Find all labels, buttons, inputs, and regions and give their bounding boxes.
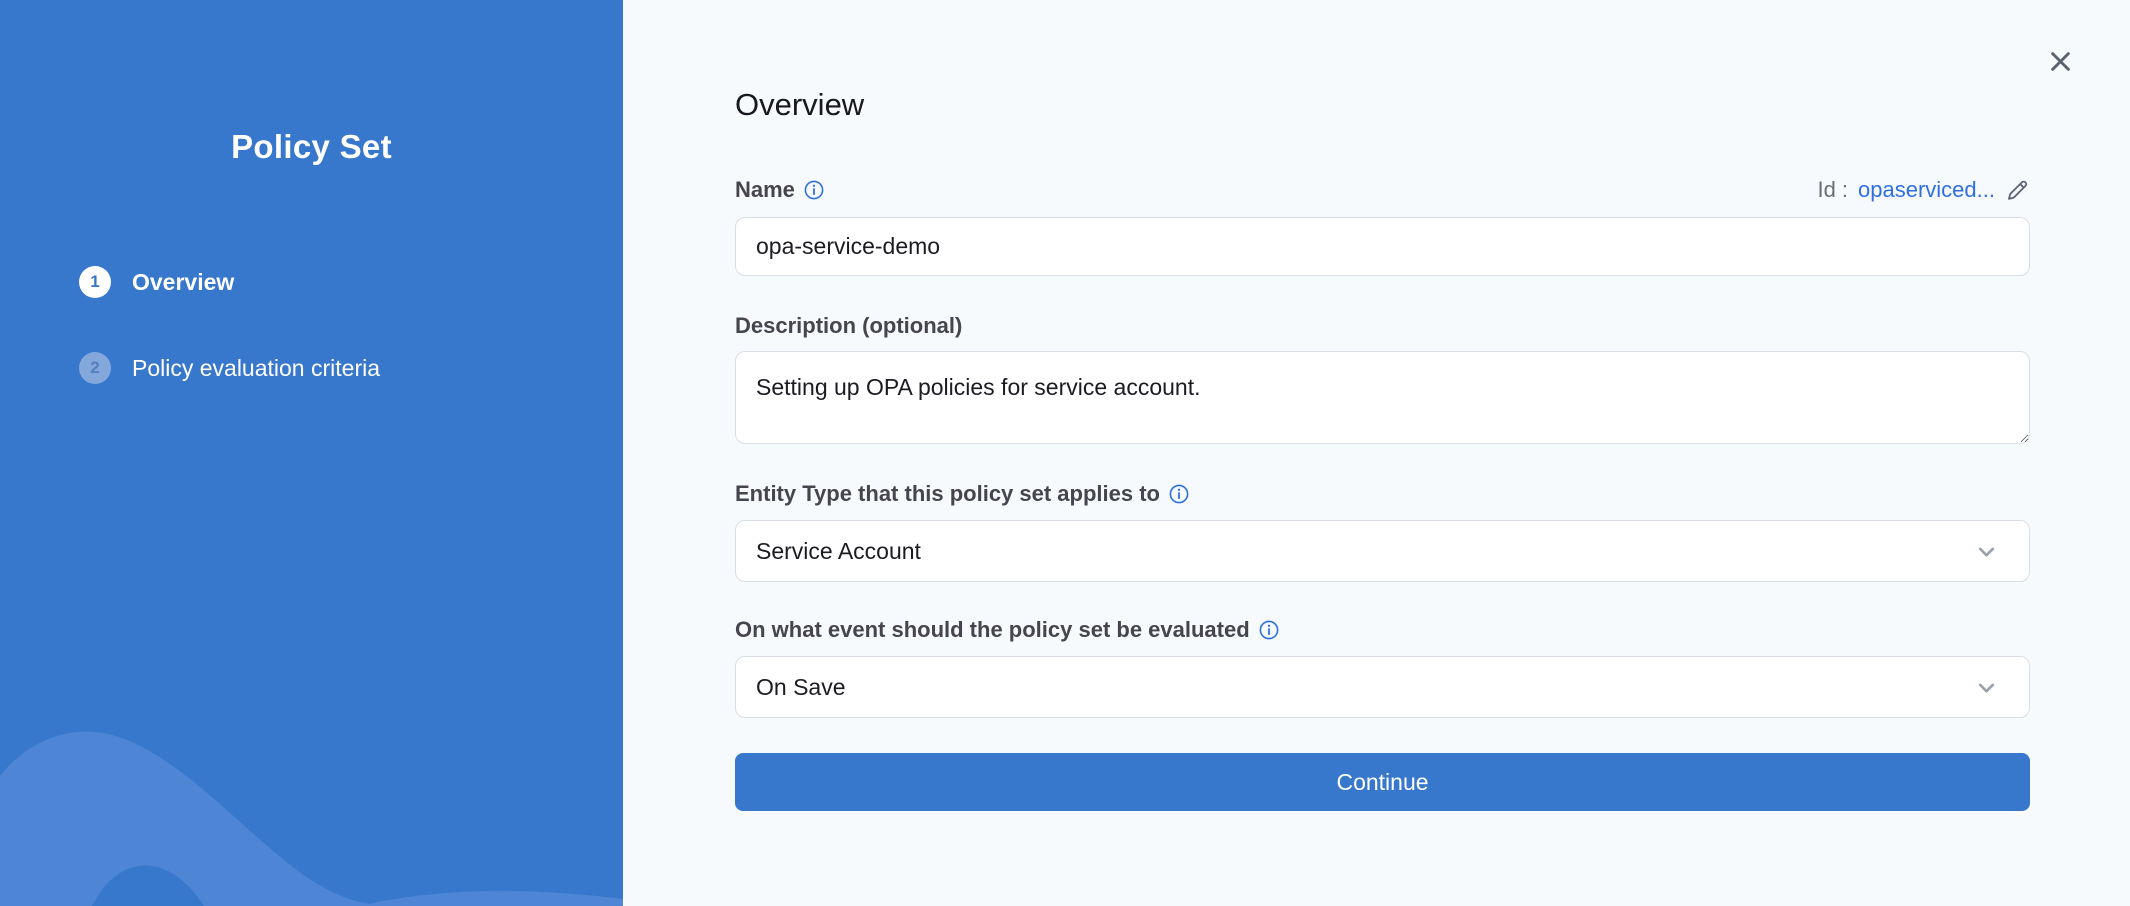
overview-panel: Overview Name Id : opaserviced...: [623, 0, 2130, 906]
panel-heading: Overview: [735, 86, 2030, 123]
id-row: Id : opaserviced...: [1817, 177, 2030, 203]
description-label: Description (optional): [735, 313, 962, 339]
step-number-badge: 2: [79, 352, 111, 384]
sidebar-title: Policy Set: [0, 128, 623, 166]
continue-button[interactable]: Continue: [735, 753, 2030, 811]
name-field-header: Name Id : opaserviced...: [735, 177, 2030, 203]
entity-type-select[interactable]: Service Account: [735, 520, 2030, 582]
sidebar-wave-decoration: [0, 656, 623, 906]
event-selected-value: On Save: [756, 674, 846, 701]
entity-type-selected-value: Service Account: [756, 538, 921, 565]
pencil-icon: [2005, 178, 2030, 203]
event-select[interactable]: On Save: [735, 656, 2030, 718]
step-number-badge: 1: [79, 266, 111, 298]
close-button[interactable]: [2045, 46, 2075, 76]
id-value-link[interactable]: opaserviced...: [1858, 177, 1995, 203]
entity-type-field-header: Entity Type that this policy set applies…: [735, 481, 2030, 507]
wizard-sidebar: Policy Set 1 Overview 2 Policy evaluatio…: [0, 0, 623, 906]
policy-set-modal: Policy Set 1 Overview 2 Policy evaluatio…: [0, 0, 2130, 906]
name-label: Name: [735, 177, 795, 203]
entity-type-label: Entity Type that this policy set applies…: [735, 481, 1160, 507]
description-textarea[interactable]: Setting up OPA policies for service acco…: [735, 351, 2030, 444]
event-label: On what event should the policy set be e…: [735, 617, 1250, 643]
event-field-header: On what event should the policy set be e…: [735, 617, 2030, 643]
info-icon[interactable]: [1169, 484, 1189, 504]
overview-form: Overview Name Id : opaserviced...: [735, 0, 2030, 811]
id-label: Id :: [1817, 177, 1848, 203]
close-icon: [2047, 48, 2074, 75]
description-field-header: Description (optional): [735, 313, 2030, 339]
info-icon[interactable]: [1259, 620, 1279, 640]
name-input[interactable]: [735, 217, 2030, 276]
info-icon[interactable]: [804, 180, 824, 200]
step-label: Policy evaluation criteria: [132, 355, 380, 382]
step-label: Overview: [132, 269, 234, 296]
step-overview[interactable]: 1 Overview: [79, 266, 623, 298]
edit-id-button[interactable]: [2005, 178, 2030, 203]
wizard-steps: 1 Overview 2 Policy evaluation criteria: [0, 266, 623, 384]
chevron-down-icon: [1974, 675, 1999, 700]
step-policy-evaluation-criteria[interactable]: 2 Policy evaluation criteria: [79, 352, 623, 384]
chevron-down-icon: [1974, 539, 1999, 564]
